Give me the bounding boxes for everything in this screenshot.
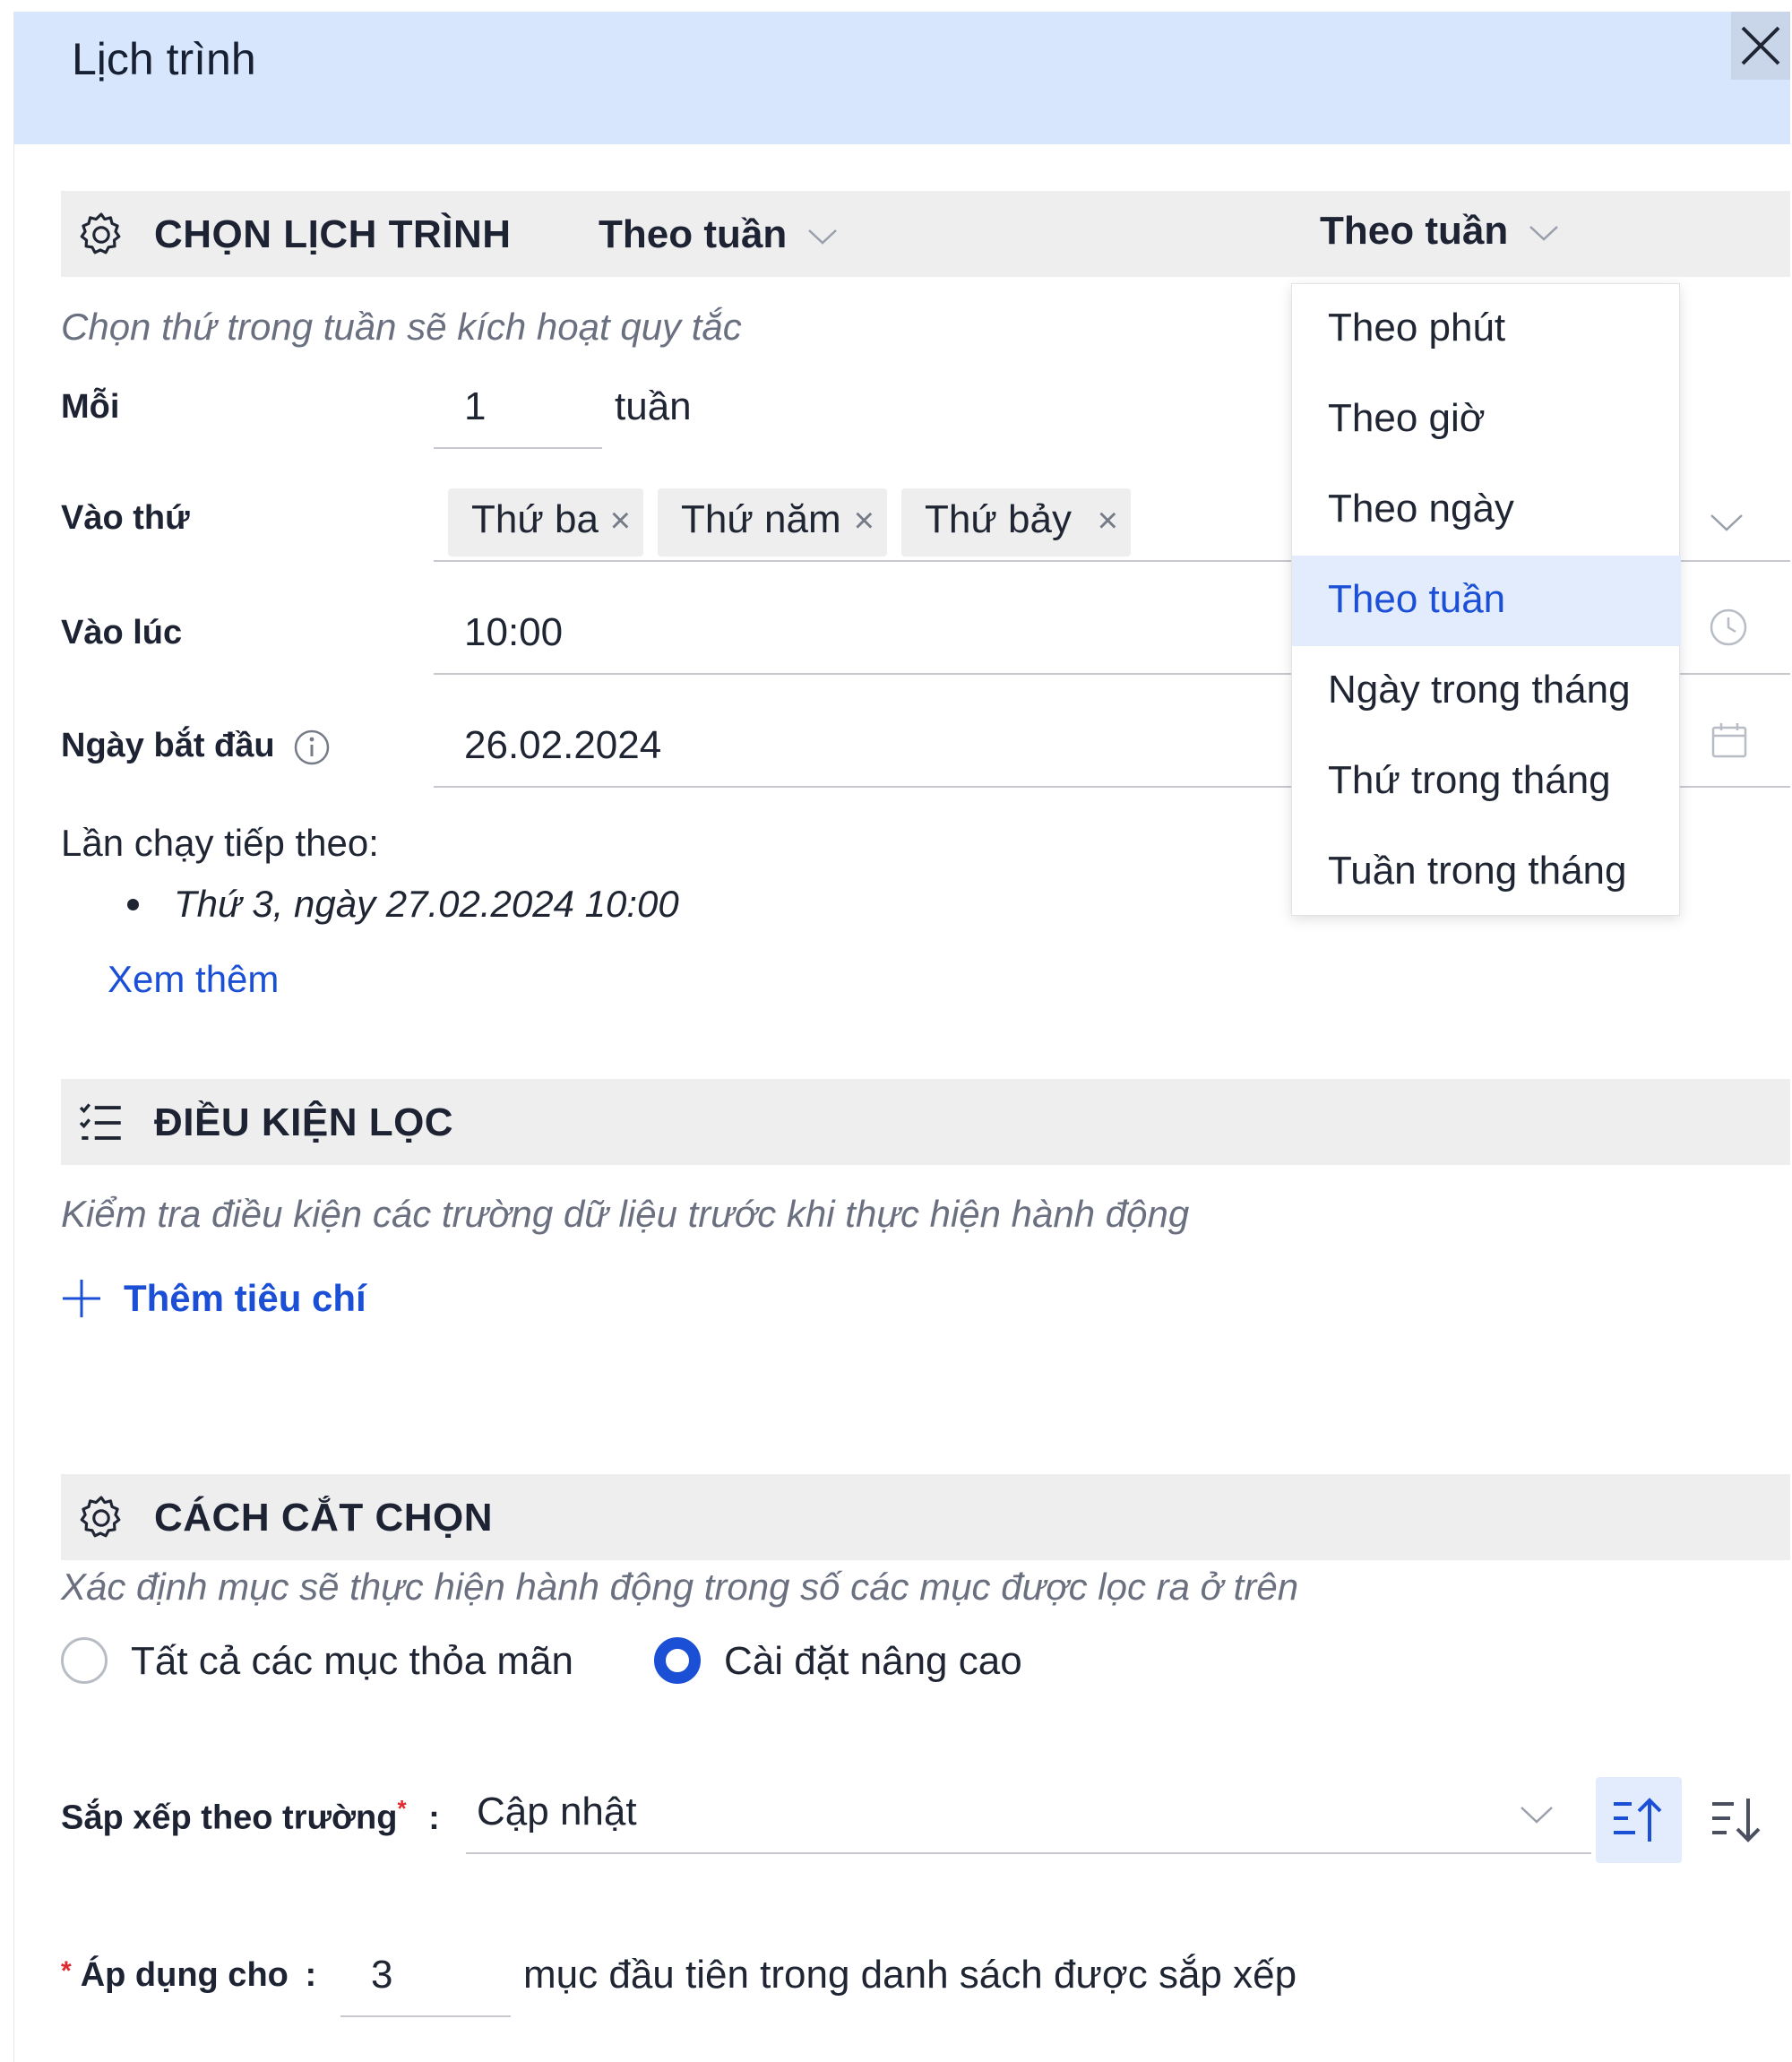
schedule-section-header: CHỌN LỊCH TRÌNH Theo tuần Theo tuần xyxy=(61,191,1790,277)
bullet xyxy=(127,899,139,910)
sort-label-colon: : xyxy=(428,1799,440,1837)
apply-label: * Áp dụng cho : xyxy=(61,1956,316,1995)
plus-icon xyxy=(63,1280,100,1317)
selection-section-header: CÁCH CẮT CHỌN xyxy=(61,1474,1790,1560)
gear-icon xyxy=(80,212,121,255)
sort-field-underline xyxy=(466,1852,1591,1854)
dropdown-option[interactable]: Thứ trong tháng xyxy=(1292,737,1681,827)
days-label: Vào thứ xyxy=(61,499,190,537)
apply-label-colon: : xyxy=(305,1956,317,1994)
dropdown-option[interactable]: Tuần trong tháng xyxy=(1292,827,1681,918)
every-unit: tuần xyxy=(615,384,692,428)
required-mark: * xyxy=(61,1956,72,1986)
selection-hint: Xác định mục sẽ thực hiện hành động tron… xyxy=(61,1566,1299,1608)
time-label: Vào lúc xyxy=(61,614,183,651)
sort-ascending-button[interactable] xyxy=(1596,1777,1682,1863)
calendar-icon[interactable] xyxy=(1710,721,1748,759)
filter-section-header: ĐIỀU KIỆN LỌC xyxy=(61,1079,1790,1165)
start-date-label-text: Ngày bắt đầu xyxy=(61,727,275,764)
sort-field-label: Sắp xếp theo trường* : xyxy=(61,1795,440,1838)
chevron-down-icon[interactable] xyxy=(1709,510,1745,535)
chevron-down-icon xyxy=(808,229,838,245)
apply-label-text: Áp dụng cho xyxy=(80,1956,289,1994)
apply-count-underline xyxy=(340,2015,511,2017)
day-chip-label: Thứ ba xyxy=(471,497,599,541)
clock-icon[interactable] xyxy=(1709,608,1748,647)
next-run-label: Lần chạy tiếp theo: xyxy=(61,822,379,864)
every-input[interactable]: 1 xyxy=(464,384,486,429)
panel-title: Lịch trình xyxy=(72,34,256,84)
filter-hint: Kiểm tra điều kiện các trường dữ liệu tr… xyxy=(61,1193,1190,1235)
schedule-hint: Chọn thứ trong tuần sẽ kích hoạt quy tắc xyxy=(61,306,742,348)
sort-field-label-text: Sắp xếp theo trường xyxy=(61,1799,398,1837)
frequency-dropdown-menu: Theo phút Theo giờ Theo ngày Theo tuần N… xyxy=(1291,283,1681,918)
close-button[interactable] xyxy=(1731,12,1790,80)
checklist-icon xyxy=(79,1103,121,1140)
remove-chip-icon[interactable]: × xyxy=(854,501,874,541)
radio-all-items-label[interactable]: Tất cả các mục thỏa mãn xyxy=(131,1639,573,1684)
dropdown-option[interactable]: Theo giờ xyxy=(1292,375,1681,465)
remove-chip-icon[interactable]: × xyxy=(610,501,631,541)
dropdown-option-selected[interactable]: Theo tuần xyxy=(1292,556,1681,646)
day-chip: Thứ bảy × xyxy=(901,488,1131,556)
day-chip-label: Thứ năm xyxy=(681,497,841,541)
selection-section-title: CÁCH CẮT CHỌN xyxy=(154,1496,494,1540)
sort-ascending-icon xyxy=(1614,1798,1662,1842)
dropdown-trigger-value: Theo tuần xyxy=(1320,209,1509,253)
see-more-link[interactable]: Xem thêm xyxy=(108,958,279,1001)
dropdown-option[interactable]: Theo phút xyxy=(1292,284,1681,375)
dropdown-option[interactable]: Ngày trong tháng xyxy=(1292,646,1681,737)
start-date-input[interactable]: 26.02.2024 xyxy=(464,723,661,768)
sort-descending-button[interactable] xyxy=(1694,1777,1780,1863)
schedule-panel: Lịch trình CHỌN LỊCH TRÌNH Theo tuần The… xyxy=(13,12,1790,2062)
dropdown-option[interactable]: Theo ngày xyxy=(1292,465,1681,556)
radio-all-items[interactable] xyxy=(61,1637,108,1684)
add-criteria-button[interactable]: Thêm tiêu chí xyxy=(61,1277,366,1320)
start-date-label: Ngày bắt đầu xyxy=(61,727,331,766)
remove-chip-icon[interactable]: × xyxy=(1098,501,1118,541)
apply-suffix: mục đầu tiên trong danh sách được sắp xế… xyxy=(523,1953,1297,1997)
day-chip-label: Thứ bảy xyxy=(925,497,1072,541)
radio-advanced-label[interactable]: Cài đặt nâng cao xyxy=(724,1639,1022,1684)
time-input[interactable]: 10:00 xyxy=(464,610,563,655)
radio-advanced[interactable] xyxy=(654,1637,701,1684)
apply-count-input[interactable]: 3 xyxy=(371,1953,392,1997)
filter-section-title: ĐIỀU KIỆN LỌC xyxy=(154,1100,454,1144)
day-chip: Thứ ba × xyxy=(448,488,643,556)
next-run-item: Thứ 3, ngày 27.02.2024 10:00 xyxy=(174,883,679,925)
panel-header: Lịch trình xyxy=(14,12,1790,144)
close-icon xyxy=(1741,26,1780,65)
chevron-down-icon[interactable] xyxy=(1519,1802,1555,1827)
every-input-underline xyxy=(434,447,602,449)
chevron-down-icon xyxy=(1529,226,1559,241)
info-icon[interactable] xyxy=(293,729,331,766)
required-mark: * xyxy=(397,1795,407,1822)
frequency-dropdown-trigger[interactable]: Theo tuần xyxy=(1320,209,1560,254)
gear-icon xyxy=(80,1496,121,1538)
sort-descending-icon xyxy=(1712,1799,1761,1842)
add-criteria-label: Thêm tiêu chí xyxy=(124,1277,366,1319)
sort-field-select[interactable]: Cập nhật xyxy=(477,1790,637,1834)
frequency-value: Theo tuần xyxy=(599,212,788,256)
day-chip: Thứ năm × xyxy=(658,488,887,556)
every-label: Mỗi xyxy=(61,388,120,426)
frequency-select[interactable]: Theo tuần xyxy=(599,212,839,257)
schedule-section-title: CHỌN LỊCH TRÌNH xyxy=(154,212,512,256)
